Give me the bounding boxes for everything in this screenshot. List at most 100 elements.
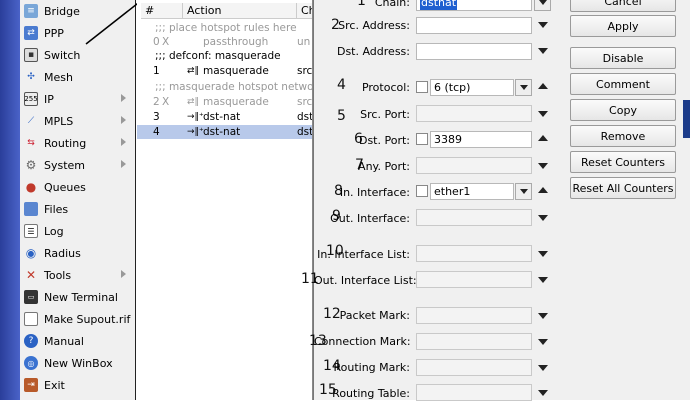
rule-chain: un [297, 36, 311, 48]
expand-down-icon[interactable] [538, 277, 548, 283]
chain-select[interactable]: dstnat [416, 0, 532, 11]
menu-item-new-terminal[interactable]: ▭ New Terminal [20, 286, 136, 308]
terminal-icon: ▭ [24, 290, 38, 304]
chevron-right-icon [121, 138, 126, 146]
bridge-icon: ≡ [24, 4, 38, 18]
reset-all-counters-button[interactable]: Reset All Counters [570, 177, 676, 199]
table-row[interactable]: 1 ⇄‖ masquerade src [137, 64, 312, 78]
menu-item-new-winbox[interactable]: ◎ New WinBox [20, 352, 136, 374]
out-interface-list-input[interactable] [416, 271, 532, 288]
chevron-right-icon [121, 116, 126, 124]
expand-down-icon[interactable] [538, 22, 548, 28]
reset-counters-button[interactable]: Reset Counters [570, 151, 676, 173]
expand-down-icon[interactable] [538, 339, 548, 345]
column-header-number[interactable]: # [141, 3, 183, 19]
dst-port-negate-checkbox[interactable] [416, 133, 428, 145]
menu-item-system[interactable]: ⚙ System [20, 154, 136, 176]
protocol-dropdown-button[interactable] [515, 79, 532, 96]
packet-mark-label: Packet Mark: [339, 309, 410, 322]
any-port-label: Any. Port: [358, 160, 410, 173]
list-item[interactable]: ;;; masquerade hotspot network [137, 80, 313, 94]
log-icon: ☰ [24, 224, 38, 238]
in-interface-list-input[interactable] [416, 245, 532, 262]
remove-button[interactable]: Remove [570, 125, 676, 147]
menu-item-make-supout[interactable]: Make Supout.rif [20, 308, 136, 330]
left-brand-bar [0, 0, 20, 400]
menu-item-tools[interactable]: ✕ Tools [20, 264, 136, 286]
expand-down-icon[interactable] [538, 48, 548, 54]
copy-button[interactable]: Copy [570, 99, 676, 121]
winbox-icon: ◎ [24, 356, 38, 370]
src-address-input[interactable] [416, 17, 532, 34]
menu-item-mesh[interactable]: ✣ Mesh [20, 66, 136, 88]
chain-value: dstnat [420, 0, 458, 10]
ip-icon: 255 [24, 92, 38, 106]
ppp-icon: ⇄ [24, 26, 38, 40]
rule-action: passthrough [203, 36, 269, 48]
menu-item-label: Make Supout.rif [44, 312, 131, 326]
menu-item-log[interactable]: ☰ Log [20, 220, 136, 242]
in-interface-value: ether1 [434, 185, 471, 198]
menu-item-queues[interactable]: ● Queues [20, 176, 136, 198]
routing-mark-input[interactable] [416, 359, 532, 376]
routing-table-label: Routing Table: [332, 387, 410, 400]
dst-port-label: Dst. Port: [358, 134, 410, 147]
rule-number: 0 [153, 36, 160, 48]
src-port-input[interactable] [416, 105, 532, 122]
chevron-right-icon [121, 94, 126, 102]
protocol-negate-checkbox[interactable] [416, 81, 428, 93]
in-interface-select[interactable]: ether1 [430, 183, 514, 200]
menu-item-exit[interactable]: ⇥ Exit [20, 374, 136, 396]
any-port-input[interactable] [416, 157, 532, 174]
menu-item-files[interactable]: Files [20, 198, 136, 220]
expand-down-icon[interactable] [538, 251, 548, 257]
packet-mark-input[interactable] [416, 307, 532, 324]
expand-down-icon[interactable] [538, 111, 548, 117]
expand-down-icon[interactable] [538, 365, 548, 371]
menu-item-label: PPP [44, 26, 64, 40]
expand-down-icon[interactable] [538, 313, 548, 319]
table-row[interactable]: 2 X ⇄‖ masquerade src [137, 95, 312, 109]
column-header-action[interactable]: Action [183, 3, 297, 19]
list-item[interactable]: ;;; defconf: masquerade [137, 49, 312, 63]
menu-item-radius[interactable]: ◉ Radius [20, 242, 136, 264]
expand-down-icon[interactable] [538, 390, 548, 396]
routing-table-input[interactable] [416, 384, 532, 401]
protocol-select[interactable]: 6 (tcp) [430, 79, 514, 96]
menu-item-ip[interactable]: 255 IP [20, 88, 136, 110]
cancel-button[interactable]: Cancel [570, 0, 676, 12]
folder-icon [24, 202, 38, 216]
tools-icon: ✕ [25, 268, 37, 282]
out-interface-input[interactable] [416, 209, 532, 226]
disable-button[interactable]: Disable [570, 47, 676, 69]
rule-comment: ;;; masquerade hotspot network [155, 81, 313, 93]
masquerade-icon: ⇄‖ [187, 66, 200, 76]
dst-port-input[interactable]: 3389 [430, 131, 532, 148]
expand-down-icon[interactable] [538, 163, 548, 169]
chevron-right-icon [121, 160, 126, 168]
rule-action: dst-nat [203, 111, 241, 123]
expand-down-icon[interactable] [538, 215, 548, 221]
in-interface-dropdown-button[interactable] [515, 183, 532, 200]
table-row[interactable]: 0 X passthrough un [137, 35, 312, 49]
table-row-selected[interactable]: 4 →‖⁺ dst-nat dst [137, 125, 312, 139]
rule-action: dst-nat [203, 126, 241, 138]
collapse-up-icon[interactable] [538, 83, 548, 89]
menu-item-manual[interactable]: ? Manual [20, 330, 136, 352]
dst-address-input[interactable] [416, 43, 532, 60]
apply-button[interactable]: Apply [570, 15, 676, 37]
collapse-up-icon[interactable] [538, 135, 548, 141]
table-row[interactable]: 3 →‖⁺ dst-nat dst [137, 110, 312, 124]
column-header-chain[interactable]: Ch [297, 3, 312, 19]
in-interface-negate-checkbox[interactable] [416, 185, 428, 197]
chain-dropdown-button[interactable] [534, 0, 551, 11]
list-item[interactable]: ;;; place hotspot rules here [137, 21, 312, 35]
comment-button[interactable]: Comment [570, 73, 676, 95]
menu-item-routing[interactable]: ⇆ Routing [20, 132, 136, 154]
out-interface-label: Out. Interface: [330, 212, 410, 225]
menu-item-label: Tools [44, 268, 72, 282]
rule-number: 2 [153, 96, 160, 108]
menu-item-mpls[interactable]: ⟋ MPLS [20, 110, 136, 132]
collapse-up-icon[interactable] [538, 187, 548, 193]
connection-mark-input[interactable] [416, 333, 532, 350]
